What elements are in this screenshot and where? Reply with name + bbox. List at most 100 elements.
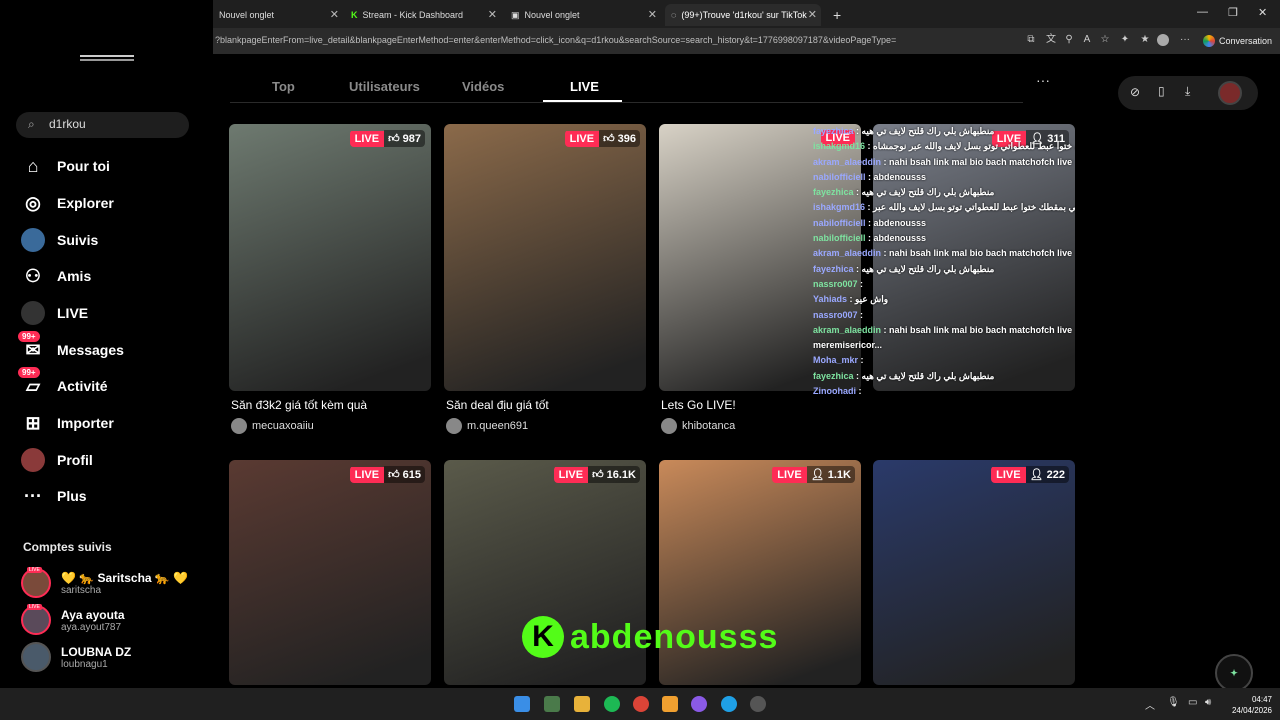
url-field[interactable]: ?blankpageEnterFrom=live_detail&blankpag… bbox=[215, 35, 1015, 45]
favorites-icon[interactable]: ★ bbox=[1139, 34, 1151, 46]
sidebar-item-upload[interactable]: ⊞ Importer bbox=[20, 409, 113, 437]
viewer-icon: 👤︎ bbox=[810, 469, 828, 481]
tab-divider bbox=[230, 102, 1023, 103]
chat-message: fayezhica : منطبهاش بلي راك قلتح لايف تي… bbox=[813, 369, 1075, 384]
browser-tab-active[interactable]: ◌ (99+)Trouve 'd1rkou' sur TikTok | ... … bbox=[665, 4, 821, 26]
search-input[interactable]: d1rkou bbox=[49, 117, 86, 131]
app-icon[interactable]: ⧉ bbox=[1025, 34, 1037, 46]
live-card[interactable]: LIVE 👍︎ 396 bbox=[444, 124, 646, 391]
account-handle: loubnagu1 bbox=[61, 658, 108, 670]
live-creator[interactable]: m.queen691 bbox=[446, 418, 528, 434]
browser-tab-strip: Nouvel onglet ✕ K Stream - Kick Dashboar… bbox=[213, 0, 1280, 28]
chrome-icon[interactable] bbox=[633, 696, 649, 712]
maximize-icon[interactable]: ❐ bbox=[1228, 6, 1238, 19]
browser-tab[interactable]: Nouvel onglet ✕ bbox=[213, 4, 343, 26]
live-badge: LIVE 👍︎ 615 bbox=[349, 466, 425, 483]
browser-tab[interactable]: ▣ Nouvel onglet ✕ bbox=[505, 4, 661, 26]
extensions-icon[interactable]: ✦ bbox=[1119, 34, 1131, 46]
followed-account-item[interactable]: LIVE Aya ayouta aya.ayout787 bbox=[21, 604, 125, 636]
live-creator[interactable]: khibotanca bbox=[661, 418, 735, 434]
close-window-icon[interactable]: ✕ bbox=[1258, 6, 1267, 19]
sidebar-item-compass[interactable]: ◎ Explorer bbox=[20, 189, 114, 217]
sidebar-item-activity[interactable]: ▱ 99+ Activité bbox=[18, 367, 108, 400]
tiktok-logo[interactable] bbox=[78, 53, 136, 65]
chat-username: akram_alaeddin bbox=[813, 324, 882, 335]
chat-text: منطبهاش بلي راك قلتح لايف تي هيه bbox=[861, 187, 995, 198]
download-icon[interactable]: ⤓ bbox=[1185, 84, 1190, 99]
sidebar-item-friends[interactable]: ⚇ Amis bbox=[20, 262, 91, 290]
edge-icon[interactable] bbox=[721, 696, 737, 712]
sidebar-item-home[interactable]: ⌂ Pour toi bbox=[20, 152, 110, 180]
clock[interactable]: 04:47 24/04/2026 bbox=[1232, 694, 1272, 716]
chat-username: ishakgmd16 bbox=[813, 202, 866, 213]
obs-icon[interactable] bbox=[691, 696, 707, 712]
copilot-conversation-button[interactable]: Conversation bbox=[1203, 33, 1272, 49]
tab-users[interactable]: Utilisateurs bbox=[349, 79, 420, 94]
microphone-icon[interactable]: 🎙︎ bbox=[1167, 697, 1180, 708]
tab-videos[interactable]: Vidéos bbox=[462, 79, 504, 94]
followed-account-item[interactable]: LIVE 💛 🐆 Saritscha 🐆 💛 saritscha bbox=[21, 567, 188, 599]
avatar bbox=[446, 418, 462, 434]
user-avatar-icon[interactable] bbox=[1218, 81, 1242, 105]
live-card[interactable]: LIVE 👍︎ 615 bbox=[229, 460, 431, 685]
network-icon[interactable]: ▭ bbox=[1188, 697, 1197, 708]
app-icon[interactable] bbox=[662, 696, 678, 712]
close-icon[interactable]: ✕ bbox=[330, 8, 339, 21]
chat-separator: : bbox=[853, 126, 862, 136]
chevron-up-icon[interactable]: ︿ bbox=[1145, 697, 1155, 712]
more-options-icon[interactable]: ··· bbox=[1036, 72, 1050, 88]
file-explorer-icon[interactable] bbox=[574, 696, 590, 712]
new-tab-button[interactable]: + bbox=[827, 4, 847, 26]
sidebar-item-profile-avatar[interactable]: Profil bbox=[20, 446, 93, 474]
tab-active-indicator bbox=[543, 100, 622, 102]
stream-chat-overlay: fayezhica : منطبهاش بلي راك قلتح لايف تي… bbox=[813, 124, 1075, 464]
live-title[interactable]: Săn đ3k2 giá tốt kèm quà bbox=[231, 398, 367, 412]
app-icon[interactable] bbox=[544, 696, 560, 712]
chat-separator: : bbox=[857, 278, 864, 289]
sidebar-item-label: LIVE bbox=[57, 305, 89, 321]
close-icon[interactable]: ✕ bbox=[488, 8, 497, 21]
sidebar-item-messages[interactable]: ✉ 99+ Messages bbox=[18, 331, 124, 364]
viewer-icon: 👤︎ bbox=[1029, 469, 1047, 481]
sidebar-item-following-avatar[interactable]: Suivis bbox=[20, 226, 98, 254]
browser-tab[interactable]: K Stream - Kick Dashboard ✕ bbox=[345, 4, 501, 26]
account-name: 💛 🐆 Saritscha 🐆 💛 bbox=[61, 570, 189, 585]
tab-live[interactable]: LIVE bbox=[570, 79, 599, 94]
live-card[interactable]: LIVE 👍︎ 987 bbox=[229, 124, 431, 391]
chat-separator: : bbox=[865, 202, 874, 213]
chat-separator: : bbox=[865, 141, 874, 152]
chat-separator: : bbox=[847, 294, 856, 305]
live-card[interactable]: LIVE 👤︎ 222 bbox=[873, 460, 1075, 685]
close-icon[interactable]: ✕ bbox=[648, 8, 657, 21]
phone-icon[interactable]: ▯ bbox=[1158, 84, 1165, 98]
sidebar-item-live[interactable]: LIVE bbox=[20, 299, 88, 327]
close-icon[interactable]: ✕ bbox=[808, 8, 817, 21]
translate-icon[interactable]: 文 bbox=[1045, 34, 1057, 46]
more-icon[interactable]: ··· bbox=[1179, 34, 1191, 46]
tab-top[interactable]: Top bbox=[272, 79, 295, 94]
spotify-icon[interactable] bbox=[604, 696, 620, 712]
followed-account-item[interactable]: LOUBNA DZ loubnagu1 bbox=[21, 641, 131, 673]
avatar bbox=[661, 418, 677, 434]
chat-text: منطبهاش بلي راك قلتح لايف تي هيه bbox=[861, 126, 995, 136]
sidebar-item-more[interactable]: ··· Plus bbox=[20, 482, 87, 510]
app-icon[interactable] bbox=[750, 696, 766, 712]
read-aloud-icon[interactable]: A bbox=[1081, 34, 1093, 46]
live-badge: LIVE 👤︎ 1.1K bbox=[772, 466, 855, 483]
search-bar[interactable]: ⌕ d1rkou bbox=[16, 112, 189, 138]
start-icon[interactable] bbox=[514, 696, 530, 712]
live-title[interactable]: Săn deal địu giá tốt bbox=[446, 398, 549, 412]
upload-icon: ⊞ bbox=[25, 412, 41, 433]
zoom-icon[interactable]: ⚲ bbox=[1063, 34, 1075, 46]
kick-favicon-icon: K bbox=[351, 10, 358, 20]
favorite-star-icon[interactable]: ☆ bbox=[1099, 34, 1111, 46]
live-creator[interactable]: mecuaxoaiiu bbox=[231, 418, 314, 434]
chat-username: akram_alaeddin bbox=[813, 156, 882, 167]
tab-label: (99+)Trouve 'd1rkou' sur TikTok | ... bbox=[681, 10, 810, 20]
minimize-icon[interactable]: — bbox=[1197, 6, 1208, 18]
more-icon: ··· bbox=[24, 485, 42, 506]
live-title[interactable]: Lets Go LIVE! bbox=[661, 398, 736, 412]
volume-icon[interactable]: 🔊︎ bbox=[1205, 697, 1211, 708]
compass-icon[interactable]: ⊘ bbox=[1130, 85, 1140, 99]
profile-icon[interactable] bbox=[1157, 34, 1169, 46]
